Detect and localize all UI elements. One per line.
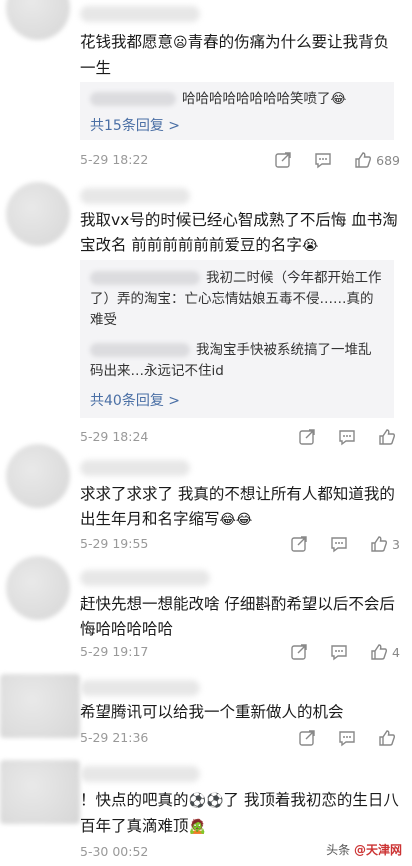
reply-line: 哈哈哈哈哈哈哈哈笑喷了😂 [90,89,384,110]
like-icon [355,152,372,168]
share-button[interactable] [290,643,308,661]
username[interactable] [80,766,200,782]
share-button[interactable] [298,729,316,747]
share-button[interactable] [290,535,308,553]
reply-username[interactable] [90,92,176,106]
username[interactable] [80,188,190,204]
share-icon [299,730,315,746]
like-button[interactable]: 3 [370,535,400,553]
avatar[interactable] [6,556,70,620]
comment-text: 我取vx号的时候已经心智成熟了不后悔 血书淘宝改名 前前前前前前爱豆的名字😭 [80,208,400,259]
comment-icon [315,153,331,169]
avatar[interactable] [0,674,80,738]
username[interactable] [80,6,200,22]
reply-username[interactable] [90,343,190,357]
emoji: 😭 [301,238,319,254]
comment-item: 希望腾讯可以给我一个重新做人的机会 5-29 21:36 [0,670,412,752]
reply-box[interactable]: 我初二时候（今年都开始工作了）弄的淘宝：亡心忘情姑娘五毒不侵……真的难受 我淘宝… [80,260,394,418]
avatar[interactable] [0,760,80,824]
like-icon [371,536,388,552]
username[interactable] [80,570,210,586]
username[interactable] [80,460,190,476]
comment-date: 5-29 18:22 [80,152,149,167]
like-icon [371,644,388,660]
comment-date: 5-30 00:52 [80,844,149,859]
comment-date: 5-29 19:55 [80,536,149,551]
comment-button[interactable] [330,643,348,661]
comment-item: 我取vx号的时候已经心智成熟了不后悔 血书淘宝改名 前前前前前前爱豆的名字😭 我… [0,182,412,446]
comment-date: 5-29 18:24 [80,429,149,444]
comment-text: ！快点的吧真的⚽⚽了 我顶着我初恋的生日八百年了真滴难顶🧟 [80,788,400,840]
comment-date: 5-29 21:36 [80,730,149,745]
avatar[interactable] [6,444,70,508]
comment-button[interactable] [330,535,348,553]
reply-line: 我初二时候（今年都开始工作了）弄的淘宝：亡心忘情姑娘五毒不侵……真的难受 [90,270,382,328]
reply-count-link[interactable]: 共40条回复 > [90,390,180,410]
comment-text: 求求了求求了 我真的不想让所有人都知道我的出生年月和名字缩写😂😂 [80,482,400,533]
comment-date: 5-29 19:17 [80,644,149,659]
like-button[interactable]: 689 [354,151,400,169]
comment-button[interactable] [338,729,356,747]
comment-meta: 5-29 21:36 [80,728,400,748]
comment-icon [331,537,347,553]
watermark: 头条 @天津网 [326,843,402,857]
like-button[interactable] [378,729,400,747]
comment-item: 求求了求求了 我真的不想让所有人都知道我的出生年月和名字缩写😂😂 5-29 19… [0,444,412,554]
avatar[interactable] [6,0,70,40]
emoji: 😦 [173,35,188,51]
emoji: 😂😂 [219,512,253,528]
like-count: 3 [392,536,400,552]
reply-line: 我淘宝手快被系统搞了一堆乱码出来…永远记不住id [90,342,372,379]
reply-count-link[interactable]: 共15条回复 > [90,115,180,135]
reply-username[interactable] [90,271,200,285]
comment-item: 花钱我都愿意😦青春的伤痛为什么要让我背负一生 哈哈哈哈哈哈哈哈笑喷了😂 共15条… [0,0,412,180]
comment-meta: 5-29 19:17 4 [80,642,400,662]
comment-meta: 5-29 19:55 3 [80,534,400,554]
share-button[interactable] [274,151,292,169]
like-icon [379,730,395,746]
username[interactable] [80,680,200,696]
avatar[interactable] [6,182,70,246]
share-icon [291,536,307,552]
comment-icon [331,645,347,661]
comment-text: 赶快先想一想能改啥 仔细斟酌希望以后不会后悔哈哈哈哈哈 [80,595,395,638]
reply-box[interactable]: 哈哈哈哈哈哈哈哈笑喷了😂 共15条回复 > [80,82,394,140]
comment-text: 花钱我都愿意😦青春的伤痛为什么要让我背负一生 [80,33,390,77]
like-count: 689 [376,152,400,168]
comment-text: 希望腾讯可以给我一个重新做人的机会 [80,703,344,721]
comment-icon [339,731,355,747]
share-icon [291,644,307,660]
like-count: 4 [392,644,400,660]
comment-item: 赶快先想一想能改啥 仔细斟酌希望以后不会后悔哈哈哈哈哈 5-29 19:17 4 [0,556,412,666]
like-button[interactable]: 4 [370,643,400,661]
emoji: 🧟 [188,819,206,835]
share-icon [275,152,291,168]
emoji: ⚽⚽ [188,793,224,809]
comment-button[interactable] [314,151,332,169]
comment-meta: 5-29 18:22 689 [80,150,400,170]
